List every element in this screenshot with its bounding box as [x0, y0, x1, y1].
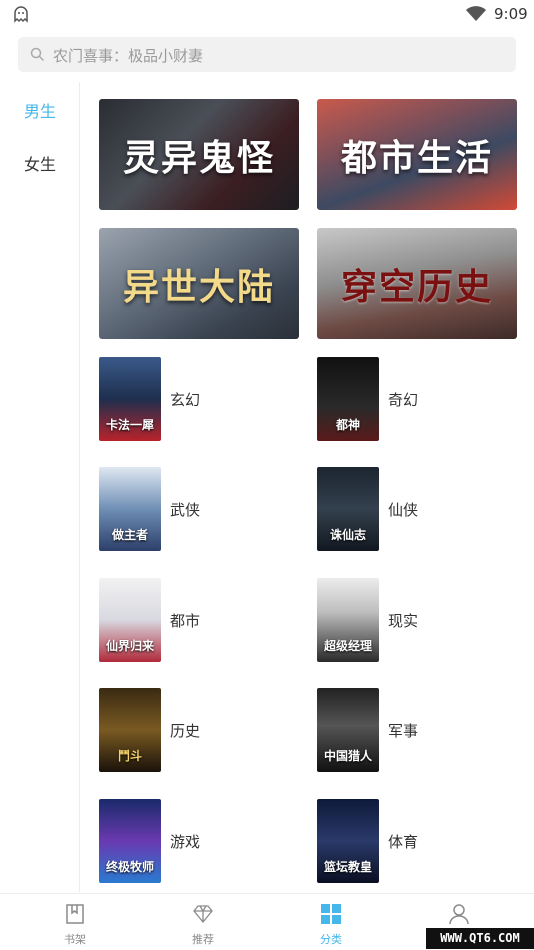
tab-label: 分类: [320, 933, 342, 946]
category-label: 玄幻: [170, 391, 201, 409]
book-cover: 做主者: [99, 467, 161, 551]
category-item[interactable]: 诛仙志 仙侠: [317, 467, 517, 552]
book-cover: 诛仙志: [317, 467, 379, 551]
category-item[interactable]: 仙界归来 都市: [99, 578, 299, 663]
sidebar-item-female[interactable]: 女生: [0, 151, 80, 175]
book-cover: 仙界归来: [99, 578, 161, 662]
category-label: 军事: [388, 722, 419, 740]
cover-title: 终极牧师: [105, 860, 154, 874]
cover-title: 仙界归来: [105, 639, 154, 653]
person-icon: [449, 904, 469, 925]
status-time: 9:09: [494, 5, 528, 23]
ghost-icon: [14, 6, 28, 23]
status-bar: 9:09: [0, 0, 534, 30]
tab-bookshelf[interactable]: 书架: [10, 894, 140, 950]
cover-title: 做主者: [111, 528, 148, 542]
category-item[interactable]: 卡法一犀 玄幻: [99, 357, 299, 442]
category-label: 武侠: [170, 501, 201, 519]
diamond-icon: [193, 905, 213, 924]
book-cover: 终极牧师: [99, 799, 161, 883]
banner-label: 都市生活: [340, 136, 493, 179]
tab-category[interactable]: 分类: [266, 894, 396, 950]
cover-title: 都神: [335, 418, 360, 432]
cover-title: 超级经理: [323, 639, 372, 653]
sidebar-item-male[interactable]: 男生: [0, 98, 80, 122]
tab-recommend[interactable]: 推荐: [138, 894, 268, 950]
category-sidebar: 男生 女生: [0, 82, 80, 892]
category-label: 都市: [170, 612, 201, 630]
cover-title: 诛仙志: [329, 528, 366, 542]
book-cover: 中国猎人: [317, 688, 379, 772]
tab-label: 推荐: [192, 933, 214, 946]
banner-time-travel-history[interactable]: 穿空历史: [317, 228, 517, 339]
banner-label: 穿空历史: [340, 265, 493, 308]
category-item[interactable]: 篮坛教皇 体育: [317, 799, 517, 884]
search-icon: [30, 47, 45, 62]
category-label: 奇幻: [388, 391, 419, 409]
banner-urban-life[interactable]: 都市生活: [317, 99, 517, 210]
category-label: 历史: [170, 722, 201, 740]
category-item[interactable]: 终极牧师 游戏: [99, 799, 299, 884]
book-cover: 篮坛教皇: [317, 799, 379, 883]
cover-title: 中国猎人: [323, 749, 372, 763]
category-label: 体育: [388, 833, 419, 851]
category-label: 游戏: [170, 833, 201, 851]
banner-label: 异世大陆: [122, 265, 275, 308]
category-item[interactable]: 都神 奇幻: [317, 357, 517, 442]
tab-label: 书架: [64, 933, 86, 946]
category-item[interactable]: 鬥斗 历史: [99, 688, 299, 773]
book-cover: 都神: [317, 357, 379, 441]
book-cover: 超级经理: [317, 578, 379, 662]
category-label: 现实: [388, 612, 419, 630]
watermark: WWW.QT6.COM: [426, 928, 534, 949]
search-placeholder: 农门喜事：极品小财妻: [53, 47, 204, 65]
cover-title: 鬥斗: [117, 749, 142, 763]
grid-icon: [321, 904, 341, 924]
book-cover: 卡法一犀: [99, 357, 161, 441]
banner-label: 灵异鬼怪: [122, 136, 275, 179]
wifi-icon: [466, 6, 486, 21]
category-item[interactable]: 做主者 武侠: [99, 467, 299, 552]
banner-supernatural[interactable]: 灵异鬼怪: [99, 99, 299, 210]
book-cover: 鬥斗: [99, 688, 161, 772]
category-label: 仙侠: [388, 501, 419, 519]
search-input[interactable]: 农门喜事：极品小财妻: [18, 37, 516, 72]
category-item[interactable]: 中国猎人 军事: [317, 688, 517, 773]
bookmark-icon: [66, 904, 84, 924]
category-item[interactable]: 超级经理 现实: [317, 578, 517, 663]
cover-title: 卡法一犀: [105, 418, 154, 432]
cover-title: 篮坛教皇: [323, 860, 372, 874]
banner-other-world[interactable]: 异世大陆: [99, 228, 299, 339]
